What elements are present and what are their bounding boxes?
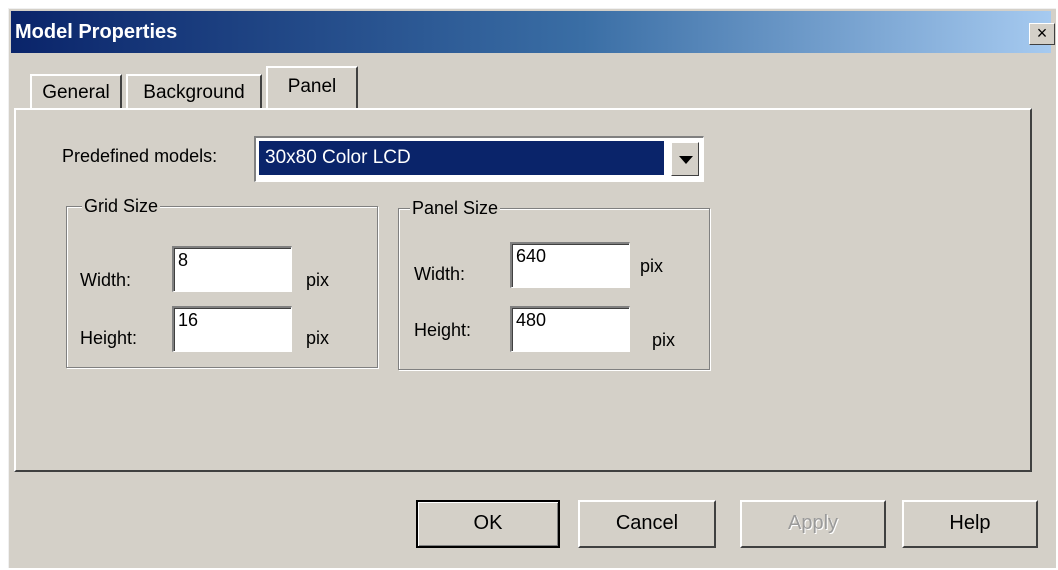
tab-general[interactable]: General	[30, 74, 122, 108]
tab-panel-label: Panel	[287, 76, 337, 97]
ok-button[interactable]: OK	[416, 500, 560, 548]
tab-panel[interactable]: Panel	[266, 66, 358, 108]
help-button[interactable]: Help	[902, 500, 1038, 548]
tab-background[interactable]: Background	[126, 74, 262, 108]
tab-background-label: Background	[143, 82, 245, 103]
panel-tab-content	[14, 108, 1032, 472]
cancel-button[interactable]: Cancel	[578, 500, 716, 548]
tab-general-label: General	[42, 82, 110, 103]
window-title: Model Properties	[15, 21, 178, 43]
close-icon[interactable]: ×	[1029, 23, 1055, 45]
title-bar[interactable]: Model Properties ×	[11, 11, 1055, 53]
apply-button[interactable]: Apply	[740, 500, 886, 548]
